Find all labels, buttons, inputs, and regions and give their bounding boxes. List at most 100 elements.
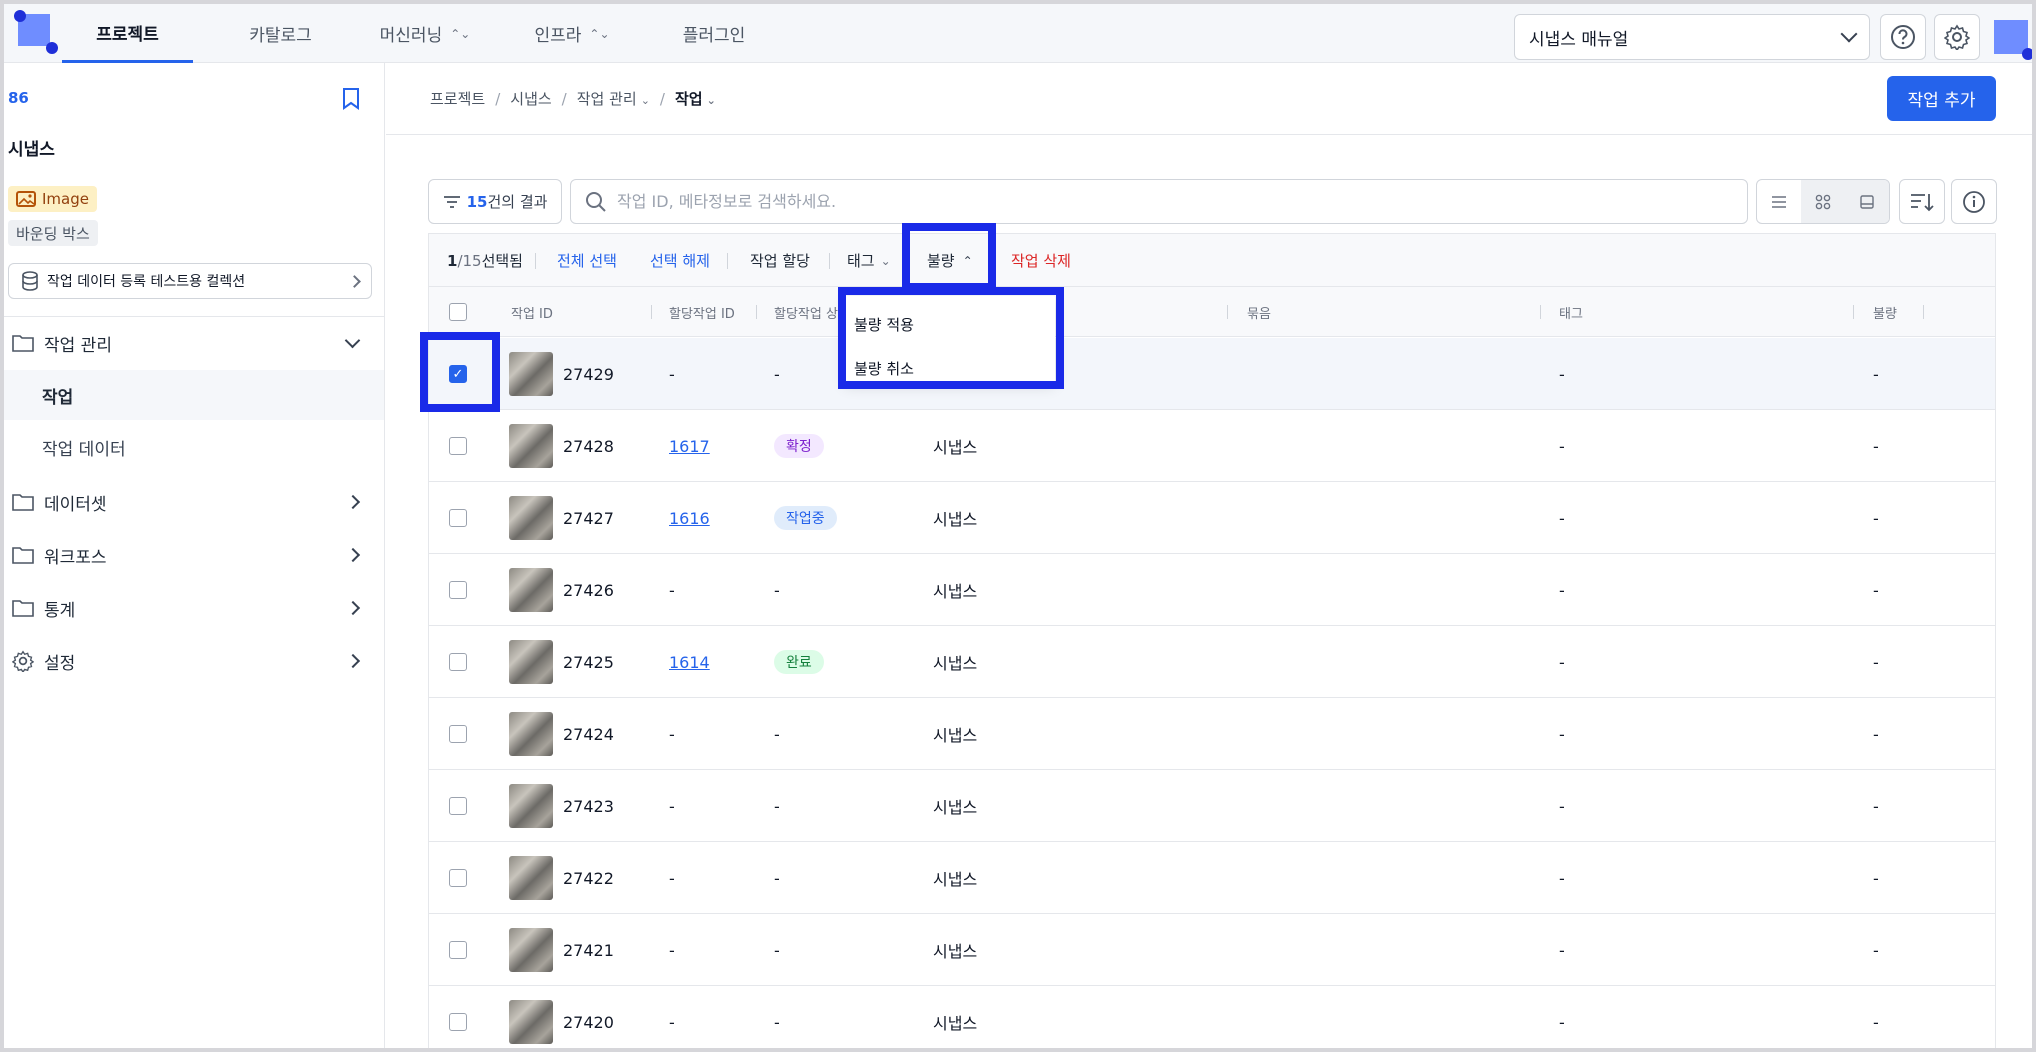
sidebar-item-task-management[interactable]: 작업 관리 [4, 319, 384, 367]
info-button[interactable] [1951, 179, 1997, 224]
task-thumbnail [509, 338, 553, 410]
select-all-checkbox[interactable] [449, 287, 467, 337]
tab-machine-learning[interactable]: 머신러닝 ⌃⌄ [360, 4, 490, 63]
sort-button[interactable] [1899, 179, 1945, 224]
search-input[interactable] [617, 192, 1717, 211]
tab-infra[interactable]: 인프라 ⌃⌄ [516, 4, 628, 63]
breadcrumb: 프로젝트 / 시냅스 / 작업 관리 ⌄ / 작업 ⌄ [430, 88, 716, 109]
row-checkbox[interactable] [449, 914, 467, 986]
table-row[interactable]: 27425 1614 완료 시냅스 - - [429, 626, 1995, 698]
row-checkbox[interactable] [449, 410, 467, 482]
tab-plugins[interactable]: 플러그인 [664, 4, 764, 63]
sidebar-item-task-data[interactable]: 작업 데이터 [4, 422, 384, 472]
checkbox-box [449, 509, 467, 527]
app-logo[interactable] [14, 10, 58, 54]
table-row[interactable]: 27420 - - 시냅스 - - [429, 986, 1995, 1052]
row-checkbox[interactable] [449, 626, 467, 698]
tag-menu-button[interactable]: 태그 ⌄ [847, 234, 891, 287]
filter-button[interactable]: 15건의 결과 [428, 179, 562, 224]
col-defect[interactable]: 불량 [1873, 287, 1897, 337]
row-checkbox[interactable] [449, 698, 467, 770]
grid-view-button[interactable] [1801, 180, 1845, 223]
table-row[interactable]: 27428 1617 확정 시냅스 - - [429, 410, 1995, 482]
task-table: 1/15 선택됨 전체 선택 선택 해제 작업 할당 태그 ⌄ 불량 ⌃ 작업 삭제… [428, 233, 1996, 1048]
highlight-defect-menu [838, 287, 1064, 389]
col-divider [1853, 305, 1854, 319]
sidebar-item-dataset[interactable]: 데이터셋 [4, 478, 384, 526]
top-navigation-bar: 프로젝트 카탈로그 머신러닝 ⌃⌄ 인프라 ⌃⌄ 플러그인 시냅스 매뉴얼 [4, 4, 2034, 63]
breadcrumb-current[interactable]: 작업 ⌄ [675, 88, 716, 109]
row-checkbox[interactable] [449, 554, 467, 626]
assign-id: - [669, 364, 675, 384]
tab-projects[interactable]: 프로젝트 [62, 4, 193, 63]
defect-value: - [1873, 364, 1879, 384]
tab-catalog[interactable]: 카탈로그 [218, 4, 343, 63]
task-thumbnail [509, 842, 553, 914]
defect-value: - [1873, 868, 1879, 888]
bulk-action-toolbar: 1/15 선택됨 전체 선택 선택 해제 작업 할당 태그 ⌄ 불량 ⌃ 작업 삭제 [429, 234, 1995, 287]
collection-link[interactable]: 작업 데이터 등록 테스트용 컬렉션 [8, 263, 372, 299]
breadcrumb-item[interactable]: 시냅스 [510, 88, 551, 109]
settings-button[interactable] [1934, 14, 1980, 60]
sidebar-item-stats[interactable]: 통계 [4, 584, 384, 632]
task-id: 27422 [563, 868, 614, 888]
sidebar-item-tasks[interactable]: 작업 [4, 370, 384, 420]
assign-id: - [669, 1012, 675, 1032]
col-assign-status[interactable]: 할당작업 상 [774, 287, 838, 337]
chevron-down-icon [1840, 25, 1858, 43]
col-tag[interactable]: 태그 [1559, 287, 1583, 337]
task-thumbnail [509, 914, 553, 986]
list-view-button[interactable] [1757, 180, 1801, 223]
bookmark-icon[interactable] [340, 87, 362, 115]
search-box [570, 179, 1748, 224]
defect-value: - [1873, 724, 1879, 744]
row-checkbox[interactable] [449, 482, 467, 554]
table-row[interactable]: 27426 - - 시냅스 - - [429, 554, 1995, 626]
delete-task-button[interactable]: 작업 삭제 [1011, 234, 1071, 287]
user-avatar[interactable] [1992, 14, 2036, 60]
tag-value: - [1559, 1012, 1565, 1032]
task-id: 27425 [563, 652, 614, 672]
search-icon [586, 191, 606, 212]
manual-select[interactable]: 시냅스 매뉴얼 [1514, 14, 1870, 60]
assign-task-button[interactable]: 작업 할당 [750, 234, 810, 287]
col-group[interactable]: 묶음 [1247, 287, 1271, 337]
chevron-down-icon: ⌄ [640, 94, 650, 107]
table-row[interactable]: 27421 - - 시냅스 - - [429, 914, 1995, 986]
table-row[interactable]: ✓ 27429 - - - - [429, 338, 1995, 410]
tag-menu-label: 태그 [847, 252, 875, 270]
deselect-button[interactable]: 선택 해제 [650, 234, 710, 287]
sidebar-item-settings[interactable]: 설정 [4, 637, 384, 685]
assign-id-link[interactable]: 1614 [669, 626, 710, 698]
checkbox-box [449, 303, 467, 321]
sidebar-item-label: 워크포스 [44, 547, 107, 568]
help-button[interactable] [1880, 14, 1926, 60]
select-all-button[interactable]: 전체 선택 [557, 234, 617, 287]
table-row[interactable]: 27422 - - 시냅스 - - [429, 842, 1995, 914]
breadcrumb-item[interactable]: 프로젝트 [430, 88, 485, 109]
sidebar-item-label: 데이터셋 [44, 494, 107, 515]
add-task-button[interactable]: 작업 추가 [1887, 76, 1996, 121]
col-task-id[interactable]: 작업 ID [511, 287, 553, 337]
checkbox-box [449, 725, 467, 743]
row-checkbox[interactable] [449, 986, 467, 1052]
assign-id-link[interactable]: 1617 [669, 410, 710, 482]
sidebar-divider [4, 316, 384, 317]
gallery-view-button[interactable] [1845, 180, 1889, 223]
breadcrumb-item[interactable]: 작업 관리 ⌄ [577, 88, 650, 109]
tag-value: - [1559, 724, 1565, 744]
col-assign-id[interactable]: 할당작업 ID [669, 287, 735, 337]
assign-id-link[interactable]: 1616 [669, 482, 710, 554]
gallery-icon [1860, 194, 1874, 209]
annotation-type-badge: 바운딩 박스 [8, 220, 98, 246]
project-name: 시냅스 [933, 654, 978, 673]
table-row[interactable]: 27423 - - 시냅스 - - [429, 770, 1995, 842]
table-row[interactable]: 27427 1616 작업중 시냅스 - - [429, 482, 1995, 554]
row-checkbox[interactable] [449, 842, 467, 914]
tag-value: - [1559, 796, 1565, 816]
table-row[interactable]: 27424 - - 시냅스 - - [429, 698, 1995, 770]
row-checkbox[interactable] [449, 770, 467, 842]
sidebar-item-workforce[interactable]: 워크포스 [4, 531, 384, 579]
chevron-down-icon: ⌄ [880, 253, 891, 268]
assign-id-label: 1616 [669, 508, 710, 528]
